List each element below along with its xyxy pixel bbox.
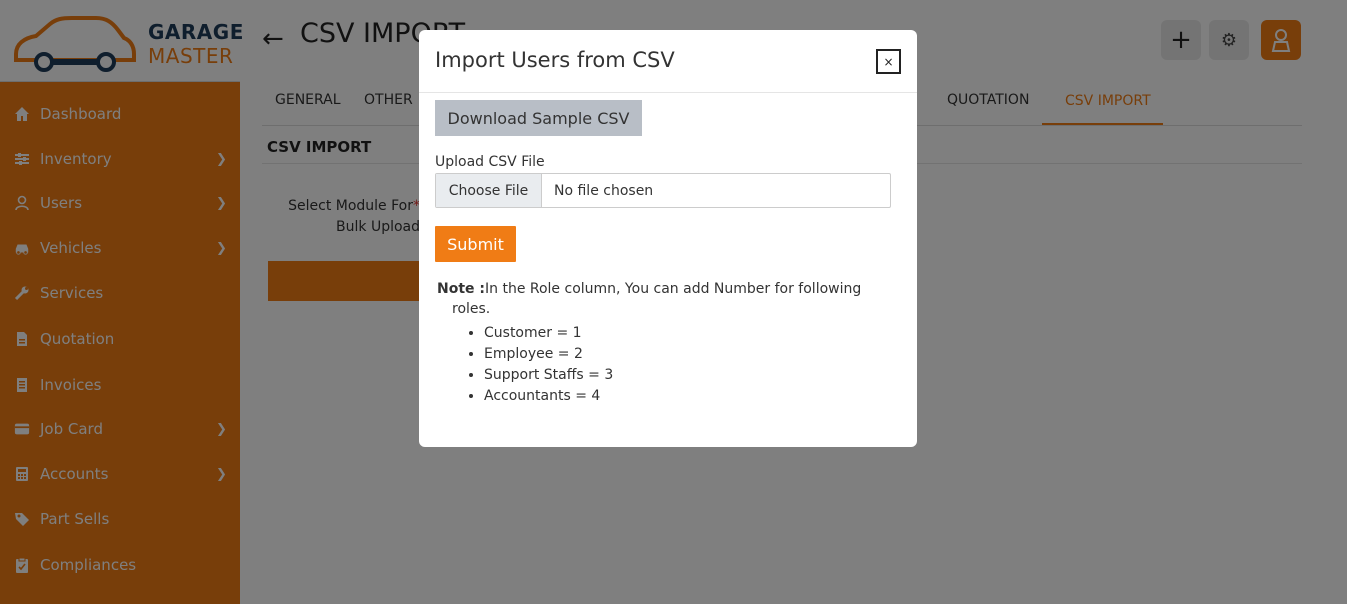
close-button[interactable]: × bbox=[876, 49, 901, 74]
note-text-cont: roles. bbox=[452, 301, 491, 317]
list-item: Support Staffs = 3 bbox=[484, 365, 613, 386]
file-status-text: No file chosen bbox=[554, 182, 654, 199]
role-note: Note :In the Role column, You can add Nu… bbox=[437, 279, 877, 319]
modal-header: Import Users from CSV × bbox=[419, 30, 917, 93]
note-prefix: Note : bbox=[437, 281, 485, 297]
download-sample-csv-button[interactable]: Download Sample CSV bbox=[435, 100, 642, 136]
upload-csv-label: Upload CSV File bbox=[435, 154, 545, 170]
csv-file-input[interactable]: Choose File No file chosen bbox=[435, 173, 891, 208]
note-text: In the Role column, You can add Number f… bbox=[485, 281, 862, 297]
submit-button[interactable]: Submit bbox=[435, 226, 516, 262]
import-users-modal: Import Users from CSV × Download Sample … bbox=[419, 30, 917, 447]
choose-file-button[interactable]: Choose File bbox=[436, 174, 542, 207]
list-item: Accountants = 4 bbox=[484, 386, 613, 407]
list-item: Employee = 2 bbox=[484, 344, 613, 365]
modal-title: Import Users from CSV bbox=[435, 48, 675, 72]
list-item: Customer = 1 bbox=[484, 323, 613, 344]
roles-list: Customer = 1 Employee = 2 Support Staffs… bbox=[484, 323, 613, 407]
close-icon: × bbox=[883, 54, 894, 69]
